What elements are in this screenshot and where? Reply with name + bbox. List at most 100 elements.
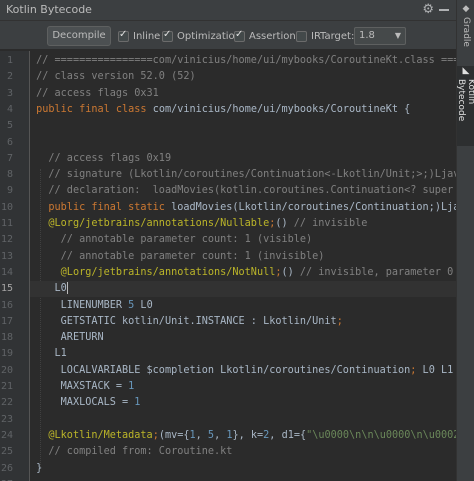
bytecode-editor[interactable]: // ================com/vinicius/home/ui/…	[30, 51, 456, 481]
code-line[interactable]	[30, 477, 456, 481]
code-token: LINENUMBER	[36, 299, 129, 311]
code-token: // access flags 0x31	[36, 87, 159, 99]
code-line[interactable]: // compiled from: Coroutine.kt	[30, 444, 456, 460]
tool-window-title: Kotlin Bytecode	[6, 3, 92, 16]
code-line[interactable]: @Lkotlin/Metadata;(mv={1, 5, 1}, k=2, d1…	[30, 428, 456, 444]
code-line[interactable]: LINENUMBER 5 L0	[30, 298, 456, 314]
target-label-text: Target:	[320, 30, 355, 42]
target-select[interactable]: 1.8 ▼	[354, 27, 406, 45]
code-token: // invisible, parameter 0	[299, 266, 454, 278]
code-line[interactable]: GETSTATIC kotlin/Unit.INSTANCE : Lkotlin…	[30, 314, 456, 330]
gear-icon[interactable]: ⚙	[422, 2, 434, 17]
code-token: loadMovies(Lkotlin/coroutines/Continuati…	[171, 201, 456, 213]
checkbox-icon[interactable]	[162, 29, 173, 42]
code-token: public final class	[36, 103, 153, 115]
code-token: , d1={	[269, 429, 307, 441]
code-line[interactable]: // signature (Lkotlin/coroutines/Continu…	[30, 167, 456, 183]
code-token: }	[36, 462, 43, 474]
line-number: 1	[6, 55, 13, 66]
ir-checkbox[interactable]: IR	[296, 28, 321, 44]
assertions-checkbox[interactable]: Assertions	[234, 28, 301, 44]
code-line[interactable]	[30, 118, 456, 134]
line-number: 6	[6, 136, 13, 148]
target-label: Target:	[320, 28, 354, 44]
code-line[interactable]: @Lorg/jetbrains/annotations/Nullable;() …	[30, 216, 456, 232]
code-token: // annotable parameter count: 1 (invisib…	[36, 250, 325, 262]
line-number: 15	[0, 283, 13, 295]
tab-kotlin-bytecode-label: Kotlin Bytecode	[456, 79, 474, 122]
code-token: // class version 52.0 (52)	[36, 71, 196, 83]
code-line[interactable]: // ================com/vinicius/home/ui/…	[30, 53, 456, 69]
code-line[interactable]: LOCALVARIABLE $completion Lkotlin/corout…	[30, 363, 456, 379]
line-number: 3	[6, 87, 13, 99]
line-number: 8	[6, 169, 13, 181]
code-token: }, k=	[232, 429, 264, 441]
line-number: 9	[6, 185, 13, 197]
chevron-down-icon: ▼	[394, 31, 401, 40]
target-value: 1.8	[359, 30, 375, 41]
line-number: 26	[0, 462, 13, 474]
code-line[interactable]: L1	[30, 346, 456, 362]
code-line[interactable]	[30, 412, 456, 428]
code-token: // invisible	[293, 218, 368, 229]
tab-gradle-label: Gradle	[461, 17, 471, 47]
code-token: public final static	[36, 201, 172, 213]
code-line[interactable]: // class version 52.0 (52)	[30, 69, 456, 85]
code-line[interactable]: @Lorg/jetbrains/annotations/NotNull;() /…	[30, 265, 456, 281]
code-token: ;	[336, 315, 343, 327]
line-number: 20	[0, 364, 13, 376]
line-number: 7	[6, 152, 13, 164]
line-number: 2	[6, 71, 13, 83]
code-token: @Lorg/jetbrains/annotations/NotNull	[36, 266, 276, 278]
line-number: 18	[0, 332, 13, 344]
bytecode-toolbar: Decompile Inline Optimization Assertions…	[0, 21, 456, 50]
code-line[interactable]: // access flags 0x19	[30, 151, 456, 167]
line-number: 10	[0, 201, 13, 213]
code-token: L0	[36, 283, 67, 295]
text-caret	[66, 282, 68, 295]
code-token: (mv={	[158, 429, 190, 441]
inline-label: Inline	[133, 30, 161, 42]
code-line[interactable]: // annotable parameter count: 1 (invisib…	[30, 249, 456, 265]
code-line[interactable]	[30, 135, 456, 151]
code-line[interactable]: MAXLOCALS = 1	[30, 395, 456, 411]
code-token: ()	[275, 218, 294, 229]
code-line[interactable]: L0	[30, 281, 456, 298]
checkbox-icon[interactable]	[296, 30, 307, 42]
checkbox-icon[interactable]	[234, 29, 245, 42]
code-token: // compiled from: Coroutine.kt	[36, 446, 233, 458]
decompile-button[interactable]: Decompile	[47, 26, 111, 46]
code-token: // signature (Lkotlin/coroutines/Continu…	[36, 169, 456, 181]
code-token: @Lkotlin/Metadata	[36, 429, 153, 441]
line-number: 13	[0, 250, 13, 262]
line-number: 4	[6, 103, 13, 115]
code-line[interactable]: ARETURN	[30, 330, 456, 346]
line-number: 11	[0, 218, 13, 229]
line-number: 25	[0, 446, 13, 458]
tab-gradle[interactable]: ◆ Gradle	[457, 4, 474, 60]
code-line[interactable]: MAXSTACK = 1	[30, 379, 456, 395]
code-token: // annotable parameter count: 1 (visible…	[36, 234, 313, 246]
code-line[interactable]: }	[30, 461, 456, 477]
inline-checkbox[interactable]: Inline	[118, 28, 160, 44]
code-token: @Lorg/jetbrains/annotations/Nullable	[36, 218, 270, 229]
tab-kotlin-bytecode[interactable]: ◣ Kotlin Bytecode	[456, 66, 474, 146]
code-line[interactable]: public final class com/vinicius/home/ui/…	[30, 102, 456, 118]
line-number: 23	[0, 413, 13, 425]
code-line[interactable]: public final static loadMovies(Lkotlin/c…	[30, 200, 456, 216]
code-token: "\u0000\n\n\u0000\n\u0002\u	[306, 429, 456, 441]
line-number: 22	[0, 397, 13, 409]
code-line[interactable]: // access flags 0x31	[30, 86, 456, 102]
line-number: 5	[6, 120, 13, 132]
code-token: ()	[281, 266, 300, 278]
assertions-label: Assertions	[249, 30, 301, 42]
checkbox-icon[interactable]	[118, 29, 129, 42]
line-number: 17	[0, 315, 13, 327]
code-line[interactable]: // annotable parameter count: 1 (visible…	[30, 232, 456, 248]
right-tool-strip: ◆ Gradle ◣ Kotlin Bytecode	[456, 0, 474, 481]
code-token: ,	[195, 429, 208, 441]
code-line[interactable]: // declaration: loadMovies(kotlin.corout…	[30, 183, 456, 199]
optimization-checkbox[interactable]: Optimization	[162, 28, 241, 44]
tool-window-header: Kotlin Bytecode ⚙	[0, 0, 456, 21]
minimize-icon[interactable]	[439, 9, 449, 11]
